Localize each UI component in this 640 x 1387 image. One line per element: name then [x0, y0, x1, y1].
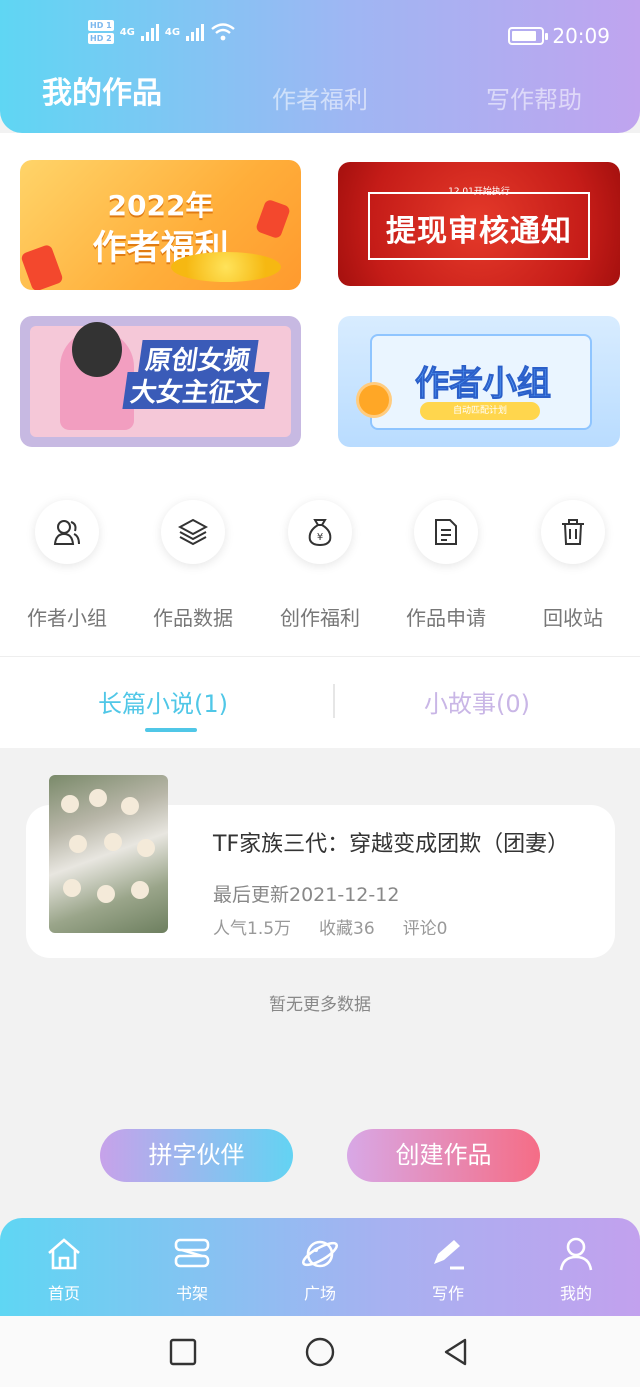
banner-withdraw-title: 提现审核通知	[386, 214, 572, 249]
work-last-updated: 最后更新2021-12-12	[213, 884, 400, 906]
girl-hair	[72, 322, 122, 377]
hd2-badge: HD 2	[88, 33, 114, 44]
tab-short-story[interactable]: 小故事(0)	[424, 684, 530, 719]
work-stats: 人气1.5万 收藏36 评论0	[213, 914, 448, 939]
nav-label: 写作	[431, 1284, 464, 1303]
document-icon	[414, 500, 478, 564]
work-popularity: 人气1.5万	[213, 919, 292, 939]
banner-group-tag: 自动匹配计划	[420, 402, 540, 420]
app-header: HD 1 HD 2 4G 4G 20:09 我的作品 作者福利 写作帮助	[0, 0, 640, 133]
svg-text:¥: ¥	[317, 532, 323, 543]
battery-icon	[508, 27, 549, 45]
nav-bookshelf[interactable]: 书架	[152, 1234, 232, 1304]
nav-mine[interactable]: 我的	[536, 1234, 616, 1304]
banner-group-title: 作者小组	[415, 364, 552, 405]
trash-icon	[541, 500, 605, 564]
quick-creation-welfare[interactable]: ¥ 创作福利	[265, 500, 375, 640]
work-comments: 评论0	[402, 919, 448, 939]
wifi-icon	[211, 23, 235, 41]
bottom-nav: 首页 书架 广场 写作 我的	[0, 1218, 640, 1316]
user-icon	[536, 1234, 616, 1274]
quick-label: 作品申请	[406, 606, 486, 630]
home-icon	[24, 1234, 104, 1274]
tab-long-novel[interactable]: 长篇小说(1)	[98, 684, 228, 719]
work-title[interactable]: TF家族三代：穿越变成团欺（团妻）	[213, 826, 569, 858]
back-triangle-icon[interactable]	[438, 1334, 474, 1370]
banner-welfare-year: 2022年	[107, 189, 214, 222]
money-bag-icon: ¥	[288, 500, 352, 564]
clock-time: 20:09	[552, 24, 610, 48]
recents-icon[interactable]	[165, 1334, 201, 1370]
divider	[0, 656, 640, 657]
network-label-1: 4G	[119, 26, 135, 38]
banner-contest[interactable]: 原创女频 大女主征文	[20, 316, 301, 447]
active-tab-indicator	[145, 728, 197, 732]
writing-partner-button[interactable]: 拼字伙伴	[100, 1129, 293, 1182]
quick-work-data[interactable]: 作品数据	[138, 500, 248, 640]
status-bar: HD 1 HD 2 4G 4G 20:09	[0, 18, 640, 58]
planet-icon	[280, 1234, 360, 1274]
quick-recycle-bin[interactable]: 回收站	[518, 500, 628, 640]
bookshelf-icon	[152, 1234, 232, 1274]
system-nav-bar	[0, 1316, 640, 1387]
signal-icon	[140, 23, 159, 41]
work-cover-image[interactable]	[49, 775, 168, 933]
quick-label: 作者小组	[27, 606, 107, 630]
quick-author-group[interactable]: 作者小组	[12, 500, 122, 640]
signal-icon-2	[186, 23, 205, 41]
quick-label: 回收站	[543, 606, 603, 630]
hd1-badge: HD 1	[88, 20, 114, 31]
create-work-button[interactable]: 创建作品	[347, 1129, 540, 1182]
alarm-clock-icon	[356, 382, 392, 418]
nav-home[interactable]: 首页	[24, 1234, 104, 1304]
gold-coins-icon	[171, 252, 281, 282]
work-favorites: 收藏36	[319, 919, 375, 939]
quick-work-apply[interactable]: 作品申请	[391, 500, 501, 640]
tab-author-welfare[interactable]: 作者福利	[272, 80, 368, 115]
quick-label: 创作福利	[280, 606, 360, 630]
signal-group: HD 1 HD 2 4G 4G	[88, 20, 236, 44]
nav-label: 首页	[47, 1284, 80, 1303]
nav-label: 广场	[303, 1284, 336, 1303]
no-more-data-label: 暂无更多数据	[269, 995, 371, 1015]
tab-my-works[interactable]: 我的作品	[42, 68, 162, 112]
banner-author-welfare[interactable]: 2022年 作者福利	[20, 160, 301, 290]
tab-writing-help[interactable]: 写作帮助	[486, 80, 582, 115]
banner-withdraw-notice[interactable]: 12.01开始执行 提现审核通知	[338, 162, 620, 286]
segment-separator	[333, 684, 335, 718]
top-tabs: 我的作品 作者福利 写作帮助	[0, 68, 640, 116]
nav-label: 书架	[175, 1284, 208, 1303]
banner-contest-line2: 大女主征文	[122, 372, 270, 409]
nav-label: 我的	[559, 1284, 592, 1303]
nav-write[interactable]: 写作	[408, 1234, 488, 1304]
people-icon	[35, 500, 99, 564]
pen-icon	[408, 1234, 488, 1274]
layers-icon	[161, 500, 225, 564]
home-circle-icon[interactable]	[302, 1334, 338, 1370]
quick-label: 作品数据	[153, 606, 233, 630]
status-right: 20:09	[508, 24, 610, 48]
hd-badges: HD 1 HD 2	[88, 20, 114, 44]
banner-author-group[interactable]: 作者小组 自动匹配计划	[338, 316, 620, 447]
nav-plaza[interactable]: 广场	[280, 1234, 360, 1304]
network-label-2: 4G	[164, 26, 181, 38]
